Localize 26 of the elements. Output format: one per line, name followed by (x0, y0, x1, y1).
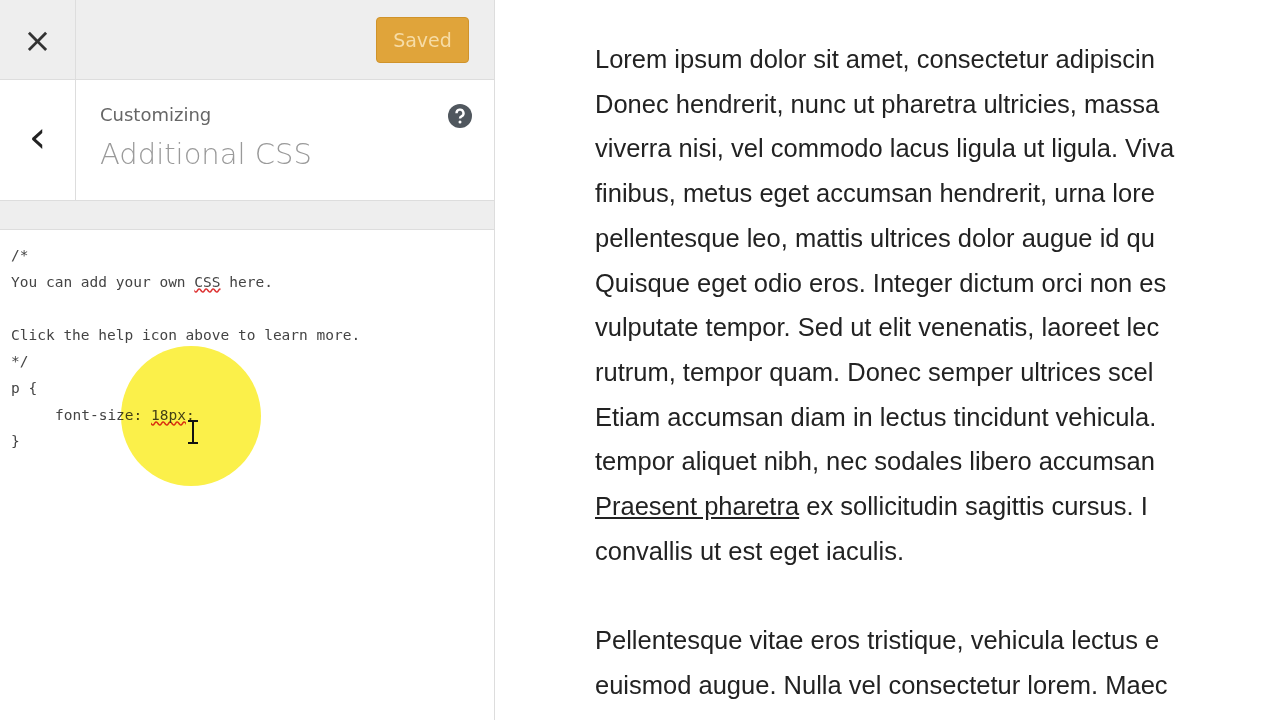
help-icon[interactable] (448, 104, 472, 128)
paragraph-line: Quisque eget odio eros. Integer dictum orci non es (595, 267, 1167, 299)
paragraph-line: finibus, metus eget accumsan hendrerit, urna lore (595, 178, 1155, 210)
text-link[interactable]: Praesent pharetra (595, 492, 800, 521)
section-title: Additional CSS (100, 137, 312, 171)
paragraph-line: vulputate tempor. Sed ut elit venenatis, laoreet lec (595, 312, 1160, 344)
code-line: You can add your own CSS here. (11, 272, 273, 292)
paragraph-line: Etiam accumsan diam in lectus tincidunt vehicula. (595, 401, 1157, 433)
text-cursor-icon (187, 420, 199, 444)
paragraph-line: tempor aliquet nibh, nec sodales libero accumsan (595, 446, 1155, 478)
code-line: */ (11, 352, 29, 372)
paragraph-line: Lorem ipsum dolor sit amet, consectetur adipiscin (595, 44, 1155, 75)
paragraph-line: rutrum, tempor quam. Donec semper ultrices scel (595, 356, 1154, 388)
code-line: Click the help icon above to learn more. (11, 325, 361, 345)
code-line: p { (11, 378, 38, 398)
paragraph-line: pellentesque leo, mattis ultrices dolor augue id qu (595, 222, 1155, 254)
paragraph-line: convallis ut est eget iaculis. (595, 535, 904, 567)
paragraph-line: euismod augue. Nulla vel consectetur lorem. Maec (595, 669, 1168, 701)
close-button[interactable]: × (0, 0, 76, 79)
code-line: } (11, 432, 20, 452)
paragraph-line: Pellentesque vitae eros tristique, vehicula lectus e (595, 625, 1160, 657)
code-line: /* (11, 246, 29, 265)
paragraph-line: viverra nisi, vel commodo lacus ligula ut ligula. Viva (595, 133, 1175, 165)
section-eyebrow: Customizing (100, 104, 212, 125)
paragraph-line: Praesent pharetra ex sollicitudin sagittis cursus. I (595, 491, 1148, 523)
paragraph-line: Donec hendrerit, nunc ut pharetra ultricies, massa (595, 88, 1160, 120)
